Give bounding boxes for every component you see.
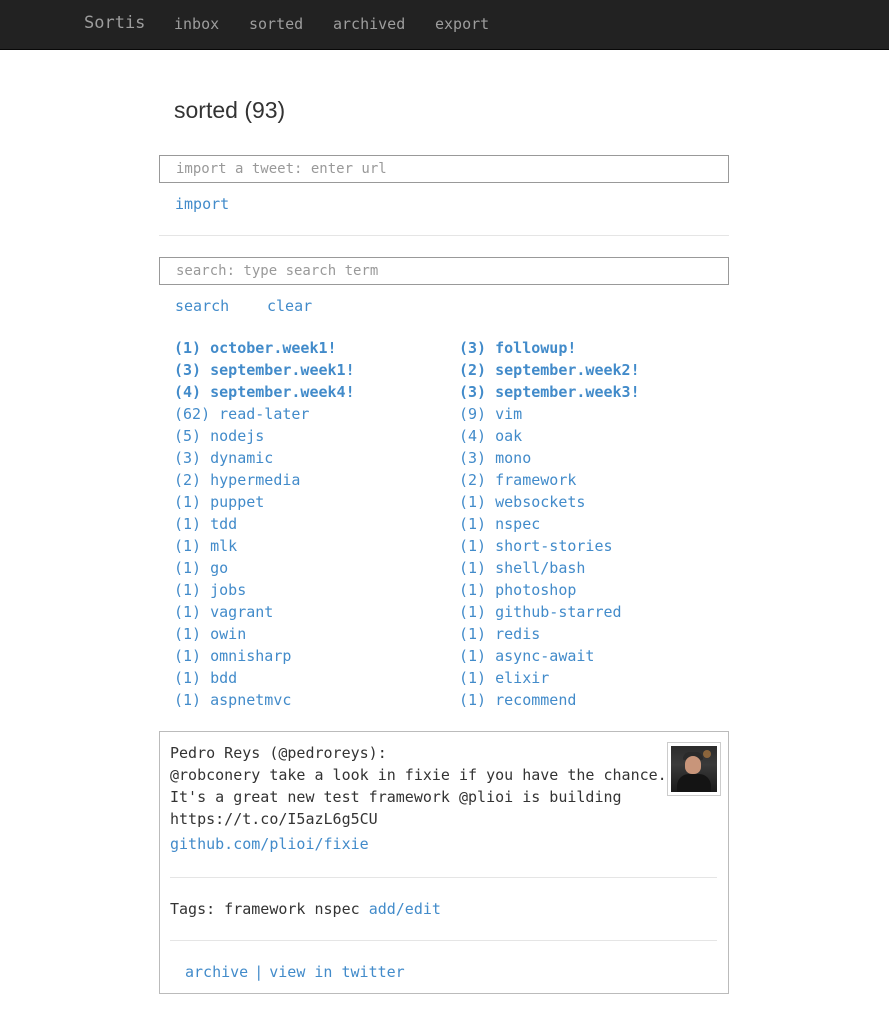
tag-link[interactable]: (2) hypermedia [174,469,355,491]
tag-link[interactable]: (62) read-later [174,403,355,425]
tag-link[interactable]: (1) photoshop [459,579,640,601]
tag-link[interactable]: (1) async-await [459,645,640,667]
tweet-actions: archive | view in twitter [185,961,405,983]
tag-link[interactable]: (1) short-stories [459,535,640,557]
tag-link[interactable]: (3) dynamic [174,447,355,469]
card-divider [170,877,717,878]
brand-link[interactable]: Sortis [84,13,145,33]
tag-link[interactable]: (1) recommend [459,689,640,711]
tweet-link[interactable]: github.com/plioi/fixie [170,835,369,853]
tag-link[interactable]: (1) bdd [174,667,355,689]
tag-link[interactable]: (3) september.week3! [459,381,640,403]
search-input[interactable] [159,257,729,285]
tag-link[interactable]: (1) vagrant [174,601,355,623]
card-divider [170,940,717,941]
clear-button[interactable]: clear [267,297,312,315]
import-url-input[interactable] [159,155,729,183]
tag-link[interactable]: (1) github-starred [459,601,640,623]
tag-link[interactable]: (4) oak [459,425,640,447]
tweet-author: Pedro Reys (@pedroreys): [170,744,387,762]
tag-link[interactable]: (1) jobs [174,579,355,601]
tweet-card: Pedro Reys (@pedroreys): @robconery take… [159,731,729,994]
tag-link[interactable]: (2) framework [459,469,640,491]
tag-link[interactable]: (1) redis [459,623,640,645]
page-title: sorted (93) [174,97,286,123]
tweet-text-line: It's a great new test framework @plioi i… [170,788,622,806]
tweet-text: @robconery take a look in fixie if you h… [170,764,670,830]
tag-column-left: (1) october.week1! (3) september.week1! (4… [174,337,355,711]
nav-sorted[interactable]: sorted [249,15,303,33]
tag-link[interactable]: (1) nspec [459,513,640,535]
tag-link[interactable]: (1) omnisharp [174,645,355,667]
tag-link[interactable]: (5) nodejs [174,425,355,447]
avatar [667,742,721,796]
tag-link[interactable]: (1) go [174,557,355,579]
nav-inbox[interactable]: inbox [174,15,219,33]
tag-link[interactable]: (3) mono [459,447,640,469]
navbar: Sortis inbox sorted archived export [0,0,889,50]
tag-link[interactable]: (1) aspnetmvc [174,689,355,711]
tag-link[interactable]: (4) september.week4! [174,381,355,403]
action-separator: | [254,963,264,981]
archive-link[interactable]: archive [185,963,248,981]
tag-link[interactable]: (1) shell/bash [459,557,640,579]
tag-link[interactable]: (3) september.week1! [174,359,355,381]
tag-link[interactable]: (2) september.week2! [459,359,640,381]
view-in-twitter-link[interactable]: view in twitter [269,963,404,981]
search-button[interactable]: search [175,297,229,315]
nav-export[interactable]: export [435,15,489,33]
tag-link[interactable]: (1) websockets [459,491,640,513]
tweet-tags: Tags: framework nspec add/edit [170,898,441,920]
tweet-text-line: @robconery take a look in fixie if you h… [170,766,667,784]
section-divider [159,235,729,236]
tag-column-right: (3) followup! (2) september.week2! (3) sep… [459,337,640,711]
add-edit-tags-link[interactable]: add/edit [369,900,441,918]
tweet-tags-label: Tags: framework nspec [170,900,360,918]
tag-link[interactable]: (1) mlk [174,535,355,557]
import-button[interactable]: import [175,195,229,213]
tag-link[interactable]: (1) elixir [459,667,640,689]
tag-link[interactable]: (3) followup! [459,337,640,359]
tag-link[interactable]: (9) vim [459,403,640,425]
nav-archived[interactable]: archived [333,15,405,33]
tag-link[interactable]: (1) puppet [174,491,355,513]
tag-link[interactable]: (1) tdd [174,513,355,535]
avatar-image [671,746,717,792]
tweet-text-line: https://t.co/I5azL6g5CU [170,810,378,828]
tag-link[interactable]: (1) october.week1! [174,337,355,359]
tag-link[interactable]: (1) owin [174,623,355,645]
